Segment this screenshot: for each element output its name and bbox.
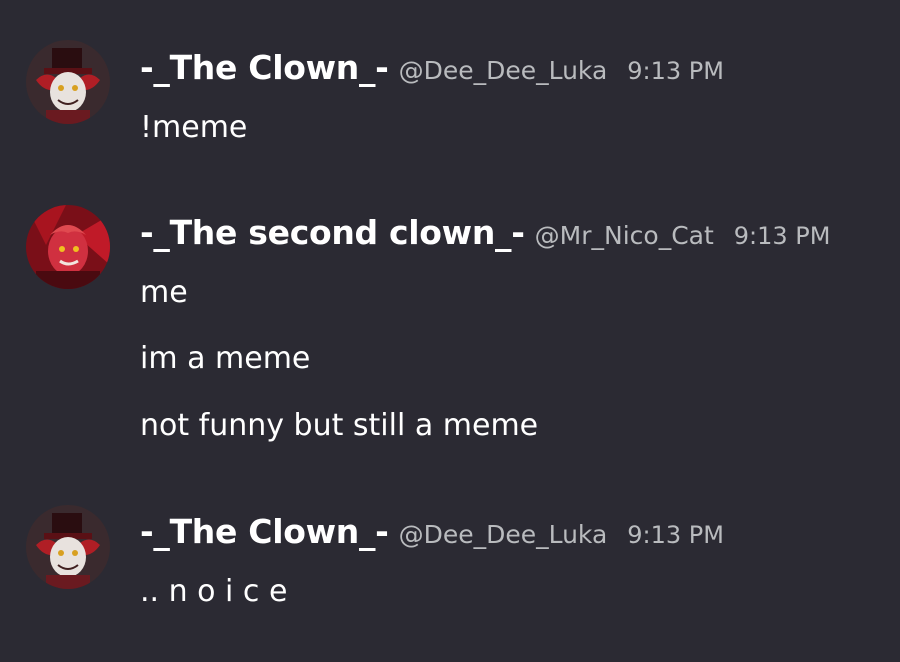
timestamp: 9:13 PM	[627, 57, 724, 85]
message-text: !meme	[140, 110, 248, 145]
avatar[interactable]	[26, 505, 110, 589]
username[interactable]: -_The Clown_-	[140, 48, 389, 87]
chat-log: -_The Clown_- @Dee_Dee_Luka 9:13 PM !mem…	[0, 0, 900, 662]
message-text: not funny but still a meme	[140, 408, 539, 443]
message-text: me	[140, 275, 188, 310]
username[interactable]: -_The second clown_-	[140, 213, 525, 252]
clown-avatar-icon	[26, 505, 110, 589]
timestamp: 9:13 PM	[733, 222, 831, 250]
user-handle: @Dee_Dee_Luka	[398, 56, 608, 85]
avatar[interactable]	[26, 40, 110, 124]
red-character-avatar-icon	[26, 205, 110, 289]
message-text: .. n o i c e	[140, 574, 288, 609]
clown-avatar-icon	[26, 40, 110, 124]
avatar[interactable]	[26, 205, 110, 289]
username[interactable]: -_The Clown_-	[140, 512, 389, 551]
user-handle: @Mr_Nico_Cat	[534, 221, 714, 250]
message-text: im a meme	[140, 341, 311, 376]
user-handle: @Dee_Dee_Luka	[398, 520, 608, 549]
timestamp: 9:13 PM	[627, 521, 724, 549]
